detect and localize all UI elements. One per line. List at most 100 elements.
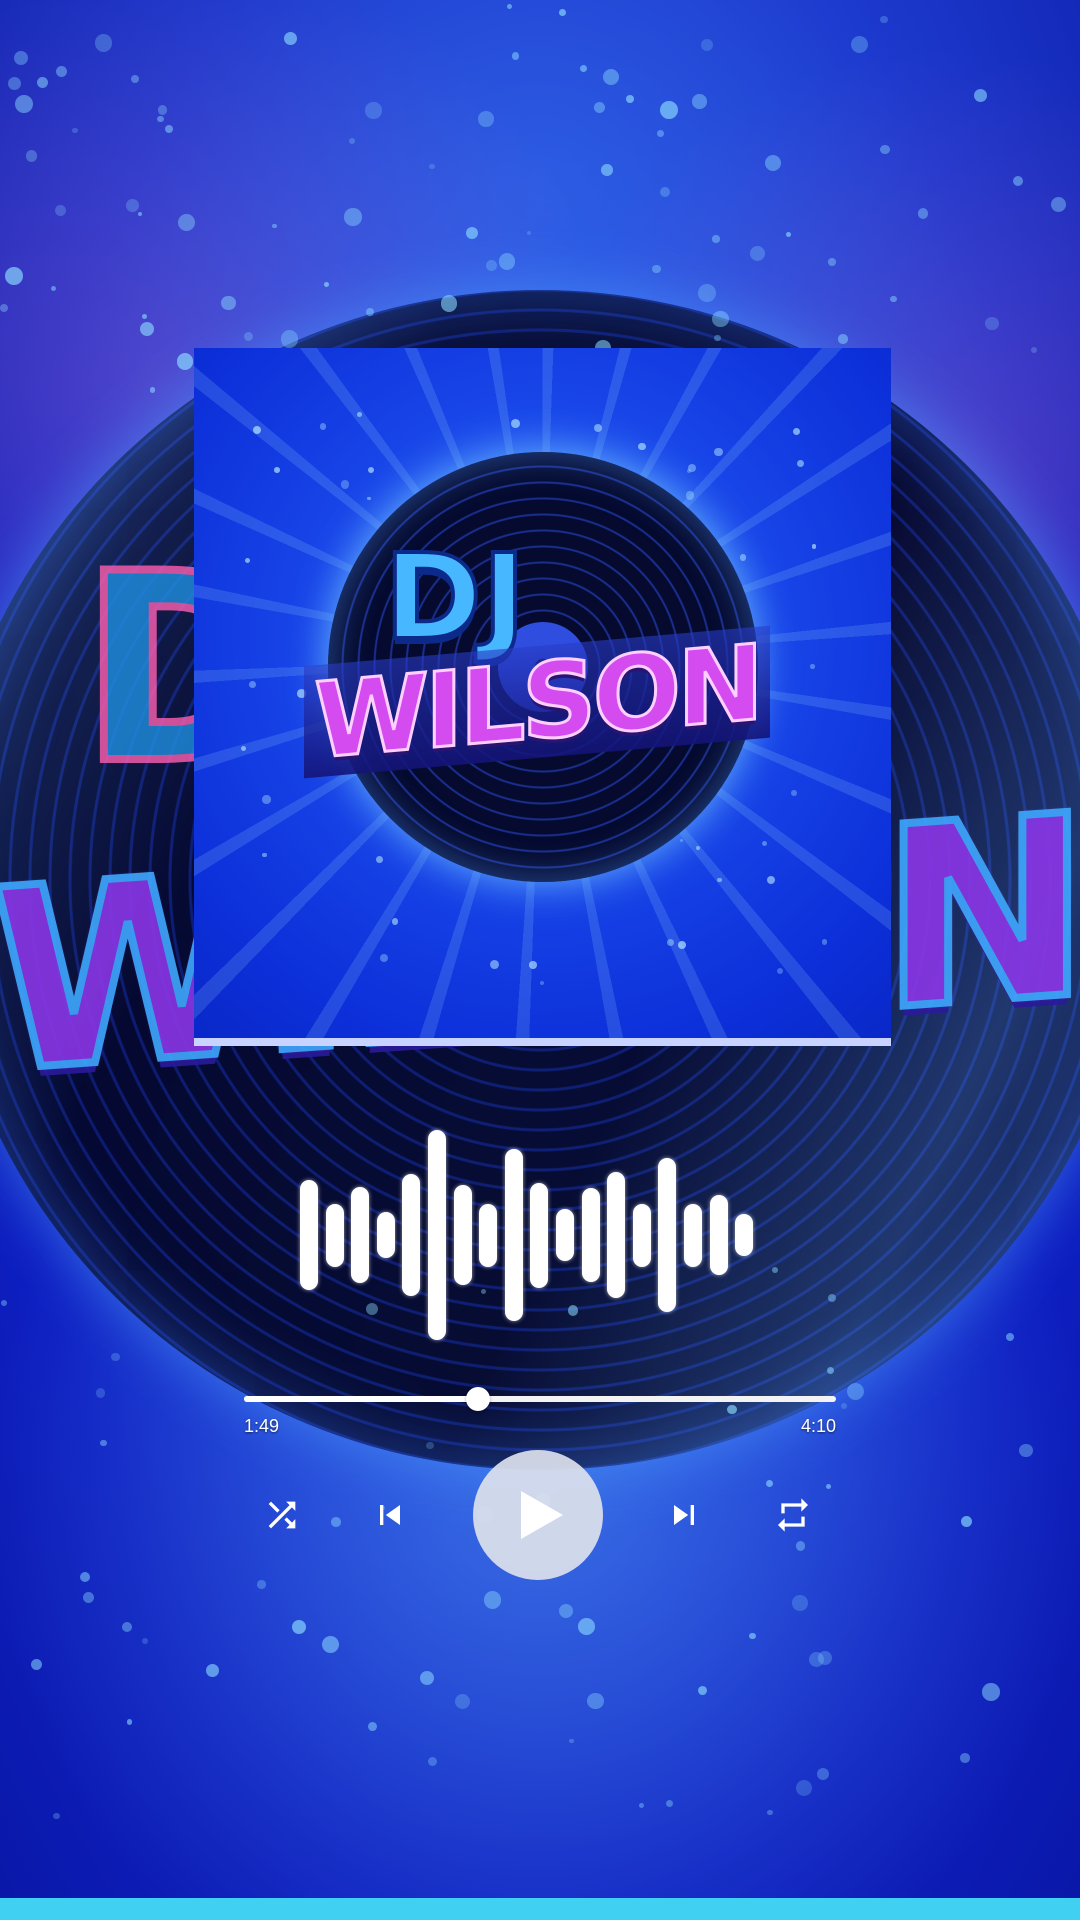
- album-art: DJ WILSON: [194, 348, 891, 1046]
- album-art-title-top: DJ: [382, 528, 528, 666]
- sparkle-dot: [880, 15, 888, 23]
- play-button[interactable]: [473, 1450, 603, 1580]
- sparkle-dot: [292, 1619, 307, 1634]
- album-sparkle-dot: [367, 496, 371, 501]
- album-sparkle-dot: [717, 877, 722, 883]
- sparkle-dot: [697, 1686, 707, 1695]
- album-sparkle-dot: [638, 442, 646, 450]
- sparkle-dot: [221, 295, 236, 311]
- album-sparkle-dot: [319, 423, 327, 431]
- sparkle-dot: [838, 334, 848, 344]
- sparkle-dot: [659, 101, 678, 119]
- sparkle-dot: [659, 186, 670, 197]
- sparkle-dot: [426, 1441, 434, 1450]
- sparkle-dot: [691, 94, 707, 109]
- sparkle-dot: [344, 208, 362, 226]
- seek-bar[interactable]: [244, 1387, 836, 1411]
- visualizer-bar: [735, 1214, 754, 1256]
- sparkle-dot: [53, 1812, 60, 1819]
- album-sparkle-dot: [714, 447, 723, 457]
- sparkle-dot: [365, 307, 374, 316]
- sparkle-dot: [652, 264, 661, 274]
- sparkle-dot: [149, 387, 156, 393]
- next-button[interactable]: [654, 1485, 714, 1545]
- total-time: 4:10: [800, 1416, 836, 1436]
- sparkle-dot: [126, 1718, 133, 1725]
- sparkle-dot: [72, 127, 78, 133]
- visualizer-bar: [709, 1195, 728, 1275]
- album-sparkle-dot: [696, 845, 701, 850]
- sparkle-dot: [365, 102, 382, 119]
- bottom-edge-bar: [0, 1898, 1080, 1920]
- sparkle-dot: [890, 295, 897, 303]
- visualizer-bar: [428, 1130, 446, 1340]
- skip-next-icon: [674, 1505, 694, 1525]
- sparkle-dot: [665, 1799, 673, 1808]
- repeat-button[interactable]: [763, 1485, 823, 1545]
- sparkle-dot: [712, 310, 729, 328]
- repeat-icon: [778, 1498, 808, 1532]
- sparkle-dot: [792, 1595, 808, 1611]
- shuffle-button[interactable]: [252, 1485, 312, 1545]
- sparkle-dot: [477, 110, 494, 127]
- sparkle-dot: [427, 1756, 437, 1766]
- sparkle-dot: [714, 334, 721, 342]
- sparkle-dot: [840, 1403, 847, 1410]
- skip-previous-icon: [380, 1505, 400, 1525]
- album-sparkle-dot: [740, 554, 747, 561]
- album-sparkle-dot: [261, 852, 267, 858]
- visualizer-bar: [530, 1182, 549, 1288]
- album-sparkle-dot: [368, 466, 375, 473]
- album-sparkle-dot: [685, 491, 695, 500]
- visualizer-bar: [632, 1203, 651, 1267]
- sparkle-dot: [177, 353, 194, 370]
- elapsed-time: 1:49: [244, 1416, 280, 1436]
- visualizer-bar: [658, 1158, 677, 1312]
- sparkle-dot: [601, 163, 613, 176]
- sparkle-dot: [55, 205, 67, 216]
- sparkle-dot: [141, 313, 148, 319]
- album-sparkle-dot: [380, 953, 388, 962]
- visualizer-bar: [300, 1180, 318, 1290]
- sparkle-dot: [712, 235, 720, 243]
- album-sparkle-dot: [391, 918, 398, 925]
- sparkle-dot: [818, 1650, 833, 1665]
- visualizer-bar: [376, 1211, 395, 1259]
- visualizer-bar: [402, 1174, 421, 1296]
- sparkle-dot: [498, 253, 516, 270]
- visualizer-bar: [453, 1184, 472, 1286]
- sparkle-dot: [367, 1722, 377, 1732]
- sparkle-dot: [796, 1779, 812, 1796]
- sparkle-dot: [1050, 197, 1066, 213]
- sparkle-dot: [323, 281, 329, 287]
- sparkle-dot: [483, 1590, 502, 1609]
- album-sparkle-dot: [810, 664, 815, 670]
- visualizer-bar: [581, 1187, 600, 1283]
- album-sparkle-dot: [677, 941, 686, 950]
- sparkle-dot: [429, 163, 435, 170]
- album-sparkle-dot: [790, 790, 797, 796]
- sparkle-dot: [454, 1694, 470, 1710]
- sparkle-dot: [828, 258, 836, 266]
- album-sparkle-dot: [812, 544, 817, 549]
- sparkle-dot: [985, 316, 999, 331]
- sparkle-dot: [126, 199, 139, 212]
- visualizer-bar: [325, 1203, 344, 1267]
- sparkle-dot: [177, 214, 195, 232]
- seek-bar-thumb[interactable]: [465, 1387, 490, 1411]
- sparkle-dot: [205, 1663, 219, 1677]
- sparkle-dot: [440, 295, 458, 312]
- previous-button[interactable]: [360, 1485, 420, 1545]
- visualizer-bar: [351, 1186, 370, 1284]
- sparkle-dot: [982, 1683, 1000, 1702]
- visualizer-bar: [607, 1172, 626, 1298]
- sparkle-dot: [880, 144, 890, 155]
- sparkle-dot: [569, 1739, 574, 1744]
- audio-visualizer: [300, 1130, 780, 1350]
- playback-controls: [0, 1450, 1080, 1580]
- visualizer-bar: [556, 1208, 574, 1262]
- album-sparkle-dot: [357, 412, 363, 417]
- sparkle-dot: [348, 137, 355, 144]
- album-sparkle-dot: [274, 467, 280, 473]
- sparkle-dot: [917, 208, 929, 219]
